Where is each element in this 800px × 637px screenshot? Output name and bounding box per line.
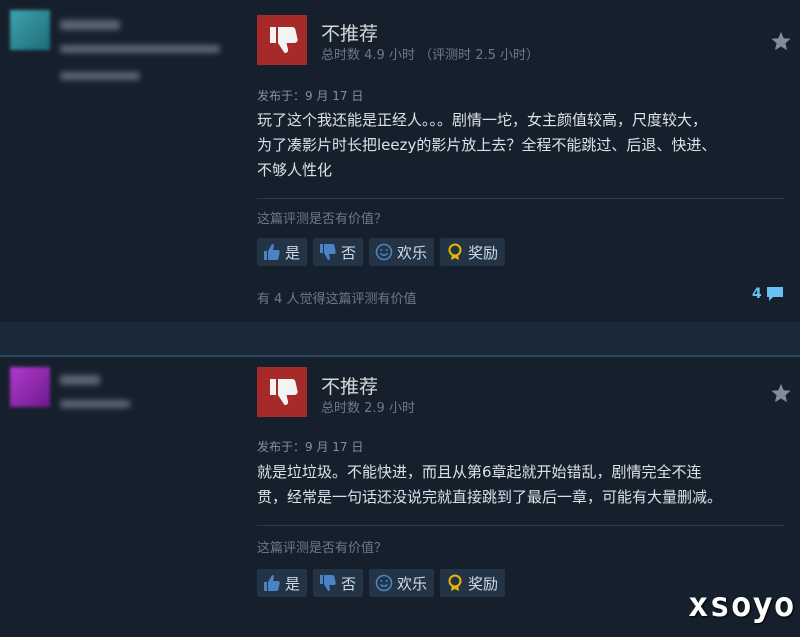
star-icon[interactable] bbox=[770, 382, 792, 404]
thumbs-up-icon bbox=[263, 574, 281, 592]
review-text-line: 不够人性化 bbox=[257, 161, 333, 179]
award-icon bbox=[446, 574, 464, 592]
thumbs-down-icon bbox=[257, 15, 307, 65]
comment-icon bbox=[766, 287, 783, 301]
review-separator bbox=[0, 322, 800, 355]
vote-no-button[interactable]: 否 bbox=[313, 238, 364, 266]
thumbs-down-icon bbox=[257, 367, 307, 417]
review-text-line: 玩了这个我还能是正经人。。。剧情一坨，女主颜值较高，尺度较大， bbox=[257, 111, 708, 129]
review-text-line: 就是垃垃圾。不能快进，而且从第6章起就开始错乱，剧情完全不连 bbox=[257, 463, 702, 481]
review-text: 玩了这个我还能是正经人。。。剧情一坨，女主颜值较高，尺度较大， 为了凑影片时长把… bbox=[257, 108, 782, 183]
posted-date: 发布于：9 月 17 日 bbox=[257, 440, 364, 454]
vote-no-button[interactable]: 否 bbox=[313, 569, 364, 597]
username-blurred[interactable] bbox=[60, 20, 120, 30]
award-label: 奖励 bbox=[468, 243, 499, 262]
vote-funny-label: 欢乐 bbox=[397, 243, 428, 262]
review-card: 不推荐 总时数 2.9 小时 发布于：9 月 17 日 就是垃垃圾。不能快进，而… bbox=[0, 355, 800, 637]
divider bbox=[257, 198, 785, 199]
review-verdict[interactable]: 不推荐 bbox=[321, 372, 378, 399]
award-button[interactable]: 奖励 bbox=[440, 238, 506, 266]
award-icon bbox=[446, 243, 464, 261]
thumbs-down-icon bbox=[319, 574, 337, 592]
vote-yes-button[interactable]: 是 bbox=[257, 238, 308, 266]
profile-info-blurred bbox=[60, 72, 140, 80]
review-verdict[interactable]: 不推荐 bbox=[321, 19, 378, 46]
divider bbox=[257, 525, 785, 526]
vote-no-label: 否 bbox=[341, 574, 357, 593]
vote-funny-button[interactable]: 欢乐 bbox=[369, 569, 435, 597]
award-label: 奖励 bbox=[468, 574, 499, 593]
comment-count[interactable]: 4 bbox=[752, 285, 785, 303]
playtime-hours: 总时数 2.9 小时 bbox=[321, 401, 415, 416]
smiley-icon bbox=[375, 574, 393, 592]
profile-info-blurred bbox=[60, 45, 220, 53]
vote-no-label: 否 bbox=[341, 243, 357, 262]
smiley-icon bbox=[375, 243, 393, 261]
review-text-line: 为了凑影片时长把leezy的影片放上去？全程不能跳过、后退、快进、 bbox=[257, 136, 717, 154]
vote-yes-button[interactable]: 是 bbox=[257, 569, 308, 597]
thumbs-down-icon bbox=[319, 243, 337, 261]
comment-count-value: 4 bbox=[752, 286, 762, 302]
vote-yes-label: 是 bbox=[285, 574, 301, 593]
vote-funny-button[interactable]: 欢乐 bbox=[369, 238, 435, 266]
helpful-question: 这篇评测是否有价值？ bbox=[257, 212, 388, 227]
thumbs-up-icon bbox=[263, 243, 281, 261]
vote-buttons: 是 否 欢乐 奖励 bbox=[257, 238, 506, 266]
vote-yes-label: 是 bbox=[285, 243, 301, 262]
watermark: xsoyo bbox=[688, 585, 796, 625]
avatar[interactable] bbox=[10, 10, 50, 50]
star-icon[interactable] bbox=[770, 30, 792, 52]
profile-info-blurred bbox=[60, 400, 130, 408]
review-text: 就是垃垃圾。不能快进，而且从第6章起就开始错乱，剧情完全不连 贯，经常是一句话还… bbox=[257, 460, 782, 510]
vote-buttons: 是 否 欢乐 奖励 bbox=[257, 569, 506, 597]
posted-date: 发布于：9 月 17 日 bbox=[257, 89, 364, 103]
username-blurred[interactable] bbox=[60, 375, 100, 385]
helpful-question: 这篇评测是否有价值？ bbox=[257, 541, 388, 556]
avatar[interactable] bbox=[10, 367, 50, 407]
review-text-line: 贯，经常是一句话还没说完就直接跳到了最后一章，可能有大量删减。 bbox=[257, 488, 723, 506]
award-button[interactable]: 奖励 bbox=[440, 569, 506, 597]
review-top-border bbox=[0, 355, 800, 357]
helpful-count: 有 4 人觉得这篇评测有价值 bbox=[257, 292, 417, 307]
playtime-hours: 总时数 4.9 小时 （评测时 2.5 小时） bbox=[321, 48, 540, 63]
vote-funny-label: 欢乐 bbox=[397, 574, 428, 593]
review-card: 不推荐 总时数 4.9 小时 （评测时 2.5 小时） 发布于：9 月 17 日… bbox=[0, 0, 800, 322]
